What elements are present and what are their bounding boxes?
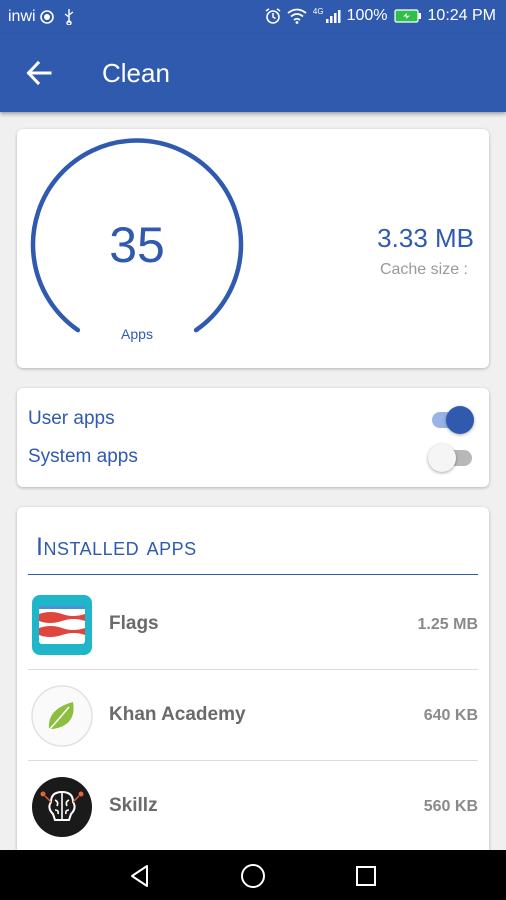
app-list-item[interactable]: Khan Academy 640 KB <box>28 670 478 761</box>
installed-apps-card: Installed apps Flags 1.25 MB Khan Academ… <box>17 507 489 867</box>
app-size: 1.25 MB <box>417 616 478 633</box>
clock: 10:24 PM <box>427 7 496 24</box>
system-apps-row: System apps <box>28 442 474 472</box>
app-count: 35 <box>109 217 165 273</box>
system-apps-toggle[interactable] <box>428 442 474 472</box>
alarm-icon <box>265 8 281 24</box>
navigation-bar <box>0 850 506 900</box>
user-apps-label: User apps <box>28 408 115 429</box>
nav-recents-button[interactable] <box>352 862 380 890</box>
status-bar: inwi 4G 100% 10:24 PM <box>0 0 506 34</box>
user-apps-toggle[interactable] <box>428 404 474 434</box>
battery-percent: 100% <box>346 7 388 24</box>
app-name: Skillz <box>109 795 158 816</box>
toggle-thumb <box>446 406 474 434</box>
summary-card: 35 Apps 3.33 MB Cache size : <box>17 129 489 368</box>
battery-icon <box>393 9 422 23</box>
leaf-app-icon <box>31 685 93 747</box>
page-title: Clean <box>102 58 170 88</box>
app-bar: Clean <box>0 34 506 112</box>
app-name: Flags <box>109 613 159 634</box>
app-list-item[interactable]: Skillz 560 KB <box>28 761 478 852</box>
network-type: 4G <box>312 7 324 16</box>
carrier-name: inwi <box>8 8 36 25</box>
signal-icon: 4G <box>313 8 341 24</box>
nav-home-button[interactable] <box>239 862 267 890</box>
record-icon <box>39 10 54 24</box>
arrow-back-icon <box>26 60 52 86</box>
section-title: Installed apps <box>36 533 197 561</box>
usb-icon <box>64 9 74 25</box>
filter-card: User apps System apps <box>17 388 489 487</box>
wifi-icon <box>287 8 307 24</box>
apps-label: Apps <box>121 326 153 342</box>
app-name: Khan Academy <box>109 704 246 725</box>
app-size: 640 KB <box>423 707 478 724</box>
brain-app-icon <box>31 776 93 838</box>
section-divider <box>28 574 478 575</box>
user-apps-row: User apps <box>28 404 474 434</box>
flag-app-icon <box>31 594 93 656</box>
nav-home-icon <box>241 864 265 888</box>
nav-recents-icon <box>356 866 376 886</box>
toggle-thumb <box>428 444 456 472</box>
system-apps-label: System apps <box>28 446 138 467</box>
app-size: 560 KB <box>423 798 478 815</box>
cache-size-value: 3.33 MB <box>377 223 474 253</box>
back-button[interactable] <box>22 56 56 90</box>
nav-back-icon <box>131 865 148 887</box>
cache-size-label: Cache size : <box>379 261 468 278</box>
nav-back-button[interactable] <box>126 862 154 890</box>
app-list-item[interactable]: Flags 1.25 MB <box>28 579 478 670</box>
